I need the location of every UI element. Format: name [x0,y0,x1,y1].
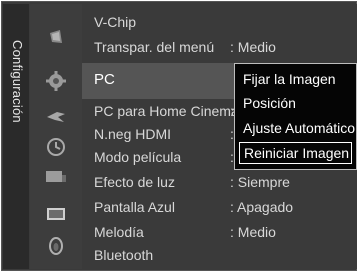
menu-item-melody[interactable]: Melodía : Medio [82,222,357,243]
menu-item-label: Transpar. del menú [94,39,215,55]
menu-item-value: : Apagado [230,199,294,215]
popup-item-image-reset[interactable]: Reiniciar Imagen [239,142,352,164]
bird-icon [30,102,82,132]
menu-item-v-chip[interactable]: V-Chip [82,12,357,33]
menu-item-label: V-Chip [94,14,137,30]
menu-item-bluetooth[interactable]: Bluetooth [82,245,357,266]
menu-item-value: : Medio [230,224,276,240]
vchip-icon [30,22,82,52]
pc-submenu-popup: Fijar la Imagen Posición Ajuste Automáti… [234,63,357,170]
menu-item-label: Melodía [94,224,144,240]
menu-item-label: Pantalla Azul [94,199,175,215]
melody-icon [30,231,82,261]
sidebar-label: Configuración [10,40,25,123]
menu-item-label: Bluetooth [94,247,154,263]
menu-item-label: N.neg HDMI [94,126,172,142]
menu-item-label: PC para Home Cinema [94,103,239,119]
menu-item-value: : Siempre [230,174,290,190]
sidebar-tab: Configuración [3,4,29,269]
menu-item-label: PC [94,71,115,88]
menu-item-blue-screen[interactable]: Pantalla Azul : Apagado [82,197,357,218]
monitor-icon [30,162,82,192]
popup-item-auto-adjust[interactable]: Ajuste Automático [239,117,355,139]
menu-item-label: Efecto de luz [94,174,175,190]
screen-icon [30,199,82,229]
icon-column [30,4,82,269]
popup-item-image-lock[interactable]: Fijar la Imagen [239,68,352,90]
gear-icon [30,66,82,96]
clock-icon [30,132,82,162]
popup-item-position[interactable]: Posición [239,92,352,114]
menu-item-label: Modo película [94,149,182,165]
menu-item-value: : Medio [230,39,276,55]
menu-item-light-effect[interactable]: Efecto de luz : Siempre [82,172,357,193]
menu-item-menu-transparency[interactable]: Transpar. del menú : Medio [82,37,357,58]
